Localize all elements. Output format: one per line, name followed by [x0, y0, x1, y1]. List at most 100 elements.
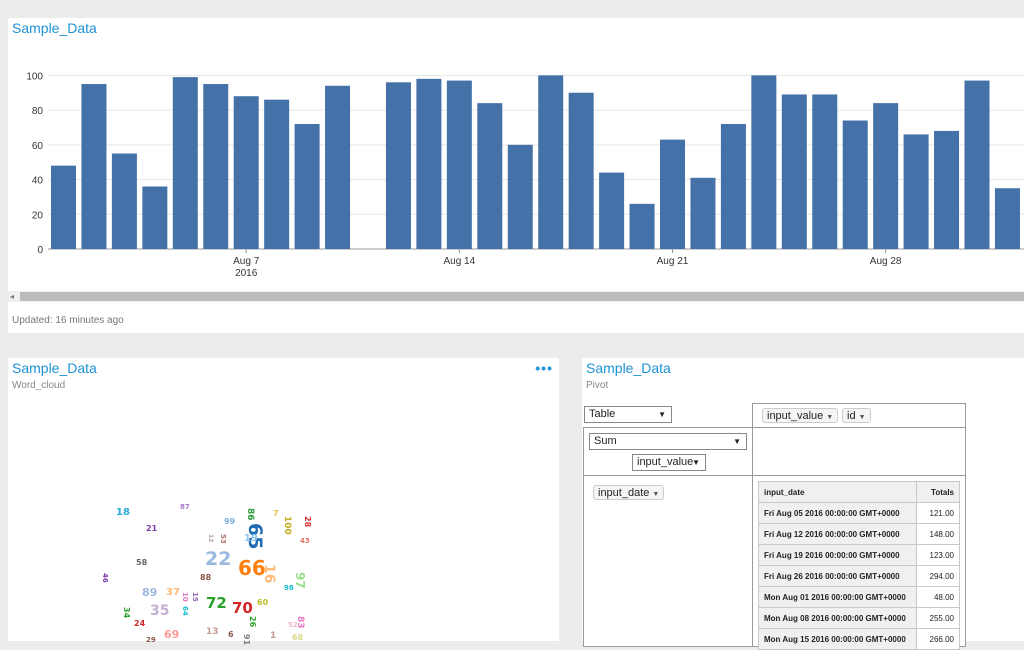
word-cloud-word[interactable]: 64	[181, 606, 189, 616]
table-row: Fri Aug 12 2016 00:00:00 GMT+0000 148.00	[758, 523, 960, 545]
word-cloud-word[interactable]: 21	[146, 525, 157, 533]
bar[interactable]	[203, 84, 229, 249]
bar[interactable]	[660, 139, 685, 249]
word-cloud-word[interactable]: 86	[245, 508, 255, 521]
word-cloud-word[interactable]: 46	[101, 573, 109, 583]
word-cloud-word[interactable]: 53	[219, 534, 227, 544]
word-cloud-word[interactable]: 58	[136, 559, 147, 567]
word-cloud-word[interactable]: 97	[293, 572, 307, 589]
word-cloud-word[interactable]: 34	[122, 607, 131, 618]
scroll-thumb[interactable]	[20, 292, 1024, 301]
y-tick-label: 0	[37, 245, 43, 256]
chevron-down-icon[interactable]: ▼	[859, 414, 866, 421]
word-cloud-word[interactable]: 15	[191, 592, 199, 602]
table-row: Mon Aug 08 2016 00:00:00 GMT+0000 255.00	[758, 607, 960, 629]
word-cloud-word[interactable]: 91	[242, 634, 251, 645]
col-field-label: input_value	[767, 410, 824, 422]
word-cloud-word[interactable]: 88	[200, 574, 211, 582]
word-cloud-word[interactable]: 69	[164, 629, 179, 640]
chevron-down-icon[interactable]: ▼	[826, 414, 833, 421]
row-date: Mon Aug 01 2016 00:00:00 GMT+0000	[758, 586, 917, 608]
bar[interactable]	[873, 103, 899, 250]
word-cloud-word[interactable]: 100	[282, 516, 292, 535]
word-cloud-word[interactable]: 37	[166, 588, 180, 598]
word-cloud-word[interactable]: 70	[232, 601, 253, 616]
renderer-value: Table	[589, 408, 616, 420]
row-date: Fri Aug 12 2016 00:00:00 GMT+0000	[758, 523, 917, 545]
chart-scrollbar[interactable]: ◂	[8, 291, 1024, 302]
word-cloud-word[interactable]: 72	[206, 596, 227, 611]
word-cloud-word[interactable]: 6	[228, 631, 234, 639]
word-cloud-word[interactable]: 89	[142, 587, 157, 598]
word-cloud-word[interactable]: 19	[244, 534, 258, 544]
bar[interactable]	[416, 78, 442, 249]
word-cloud-word[interactable]: 12	[207, 534, 214, 542]
aggregator-field-select[interactable]: input_value ▼	[632, 454, 706, 471]
word-cloud-word[interactable]: 60	[257, 599, 268, 607]
row-date: Mon Aug 15 2016 00:00:00 GMT+0000	[758, 628, 917, 650]
bar[interactable]	[538, 75, 564, 249]
word-cloud-word[interactable]: 28	[303, 516, 312, 527]
bar[interactable]	[264, 99, 290, 249]
word-cloud-word[interactable]: 13	[206, 628, 219, 637]
x-tick-label: Aug 28	[870, 256, 902, 267]
panel-title[interactable]: Sample_Data	[586, 360, 671, 376]
word-cloud-word[interactable]: 7	[273, 510, 279, 518]
scroll-left-arrow-icon[interactable]: ◂	[10, 291, 14, 302]
bar[interactable]	[172, 77, 198, 249]
bar[interactable]	[934, 130, 960, 249]
bar[interactable]	[142, 186, 168, 249]
word-cloud-word[interactable]: 10	[181, 592, 189, 602]
bar[interactable]	[446, 80, 472, 249]
aggregator-select[interactable]: Sum ▼	[589, 433, 747, 450]
word-cloud: 18 87 86 7 100 28 21 99 43 65 19 53 12 58 22 66 16 97 46 88…	[8, 358, 559, 646]
bar[interactable]	[294, 123, 320, 249]
bar[interactable]	[964, 80, 990, 249]
chevron-down-icon: ▼	[692, 458, 700, 467]
bar[interactable]	[325, 85, 351, 249]
word-cloud-word[interactable]: 1	[270, 632, 276, 641]
word-cloud-word[interactable]: 16	[261, 564, 277, 583]
word-cloud-word[interactable]: 98	[284, 585, 294, 592]
bar[interactable]	[720, 123, 746, 249]
word-cloud-word[interactable]: 52	[288, 622, 298, 629]
word-cloud-word[interactable]: 43	[300, 538, 310, 545]
bar[interactable]	[781, 94, 807, 249]
pivot-panel: Sample_Data Pivot Table ▼ input_value ▼ i…	[582, 358, 1024, 650]
renderer-select[interactable]: Table ▼	[584, 406, 672, 423]
pivot-header-totals: Totals	[916, 481, 960, 503]
row-total: 266.00	[916, 628, 960, 650]
bar[interactable]	[51, 165, 76, 249]
word-cloud-word[interactable]: 26	[248, 616, 257, 627]
y-tick-label: 60	[32, 141, 44, 152]
row-date: Fri Aug 26 2016 00:00:00 GMT+0000	[758, 565, 917, 587]
row-total: 255.00	[916, 607, 960, 629]
bar[interactable]	[81, 84, 107, 249]
bar[interactable]	[690, 177, 716, 249]
row-field-input-date[interactable]: input_date ▼	[593, 485, 665, 500]
col-field-input-value[interactable]: input_value ▼	[762, 408, 839, 423]
bar[interactable]	[385, 82, 411, 250]
word-cloud-word[interactable]: 99	[224, 518, 235, 526]
word-cloud-word[interactable]: 87	[180, 504, 190, 511]
col-field-id[interactable]: id ▼	[842, 408, 871, 423]
bar[interactable]	[629, 203, 655, 249]
bar[interactable]	[233, 96, 259, 249]
bar[interactable]	[599, 172, 625, 249]
word-cloud-word[interactable]: 22	[205, 550, 231, 569]
chevron-down-icon[interactable]: ▼	[652, 491, 659, 498]
bar[interactable]	[903, 134, 929, 249]
bar[interactable]	[111, 153, 137, 250]
bar[interactable]	[994, 188, 1020, 249]
bar[interactable]	[507, 144, 533, 249]
bar[interactable]	[477, 103, 503, 250]
bar[interactable]	[842, 120, 868, 249]
x-tick-sublabel: 2016	[235, 268, 258, 279]
word-cloud-word[interactable]: 18	[116, 508, 130, 518]
word-cloud-word[interactable]: 35	[150, 604, 169, 618]
bar[interactable]	[812, 94, 838, 249]
bar[interactable]	[568, 92, 594, 250]
bar[interactable]	[751, 75, 777, 249]
chevron-down-icon: ▼	[733, 437, 741, 446]
word-cloud-word[interactable]: 24	[134, 620, 145, 628]
